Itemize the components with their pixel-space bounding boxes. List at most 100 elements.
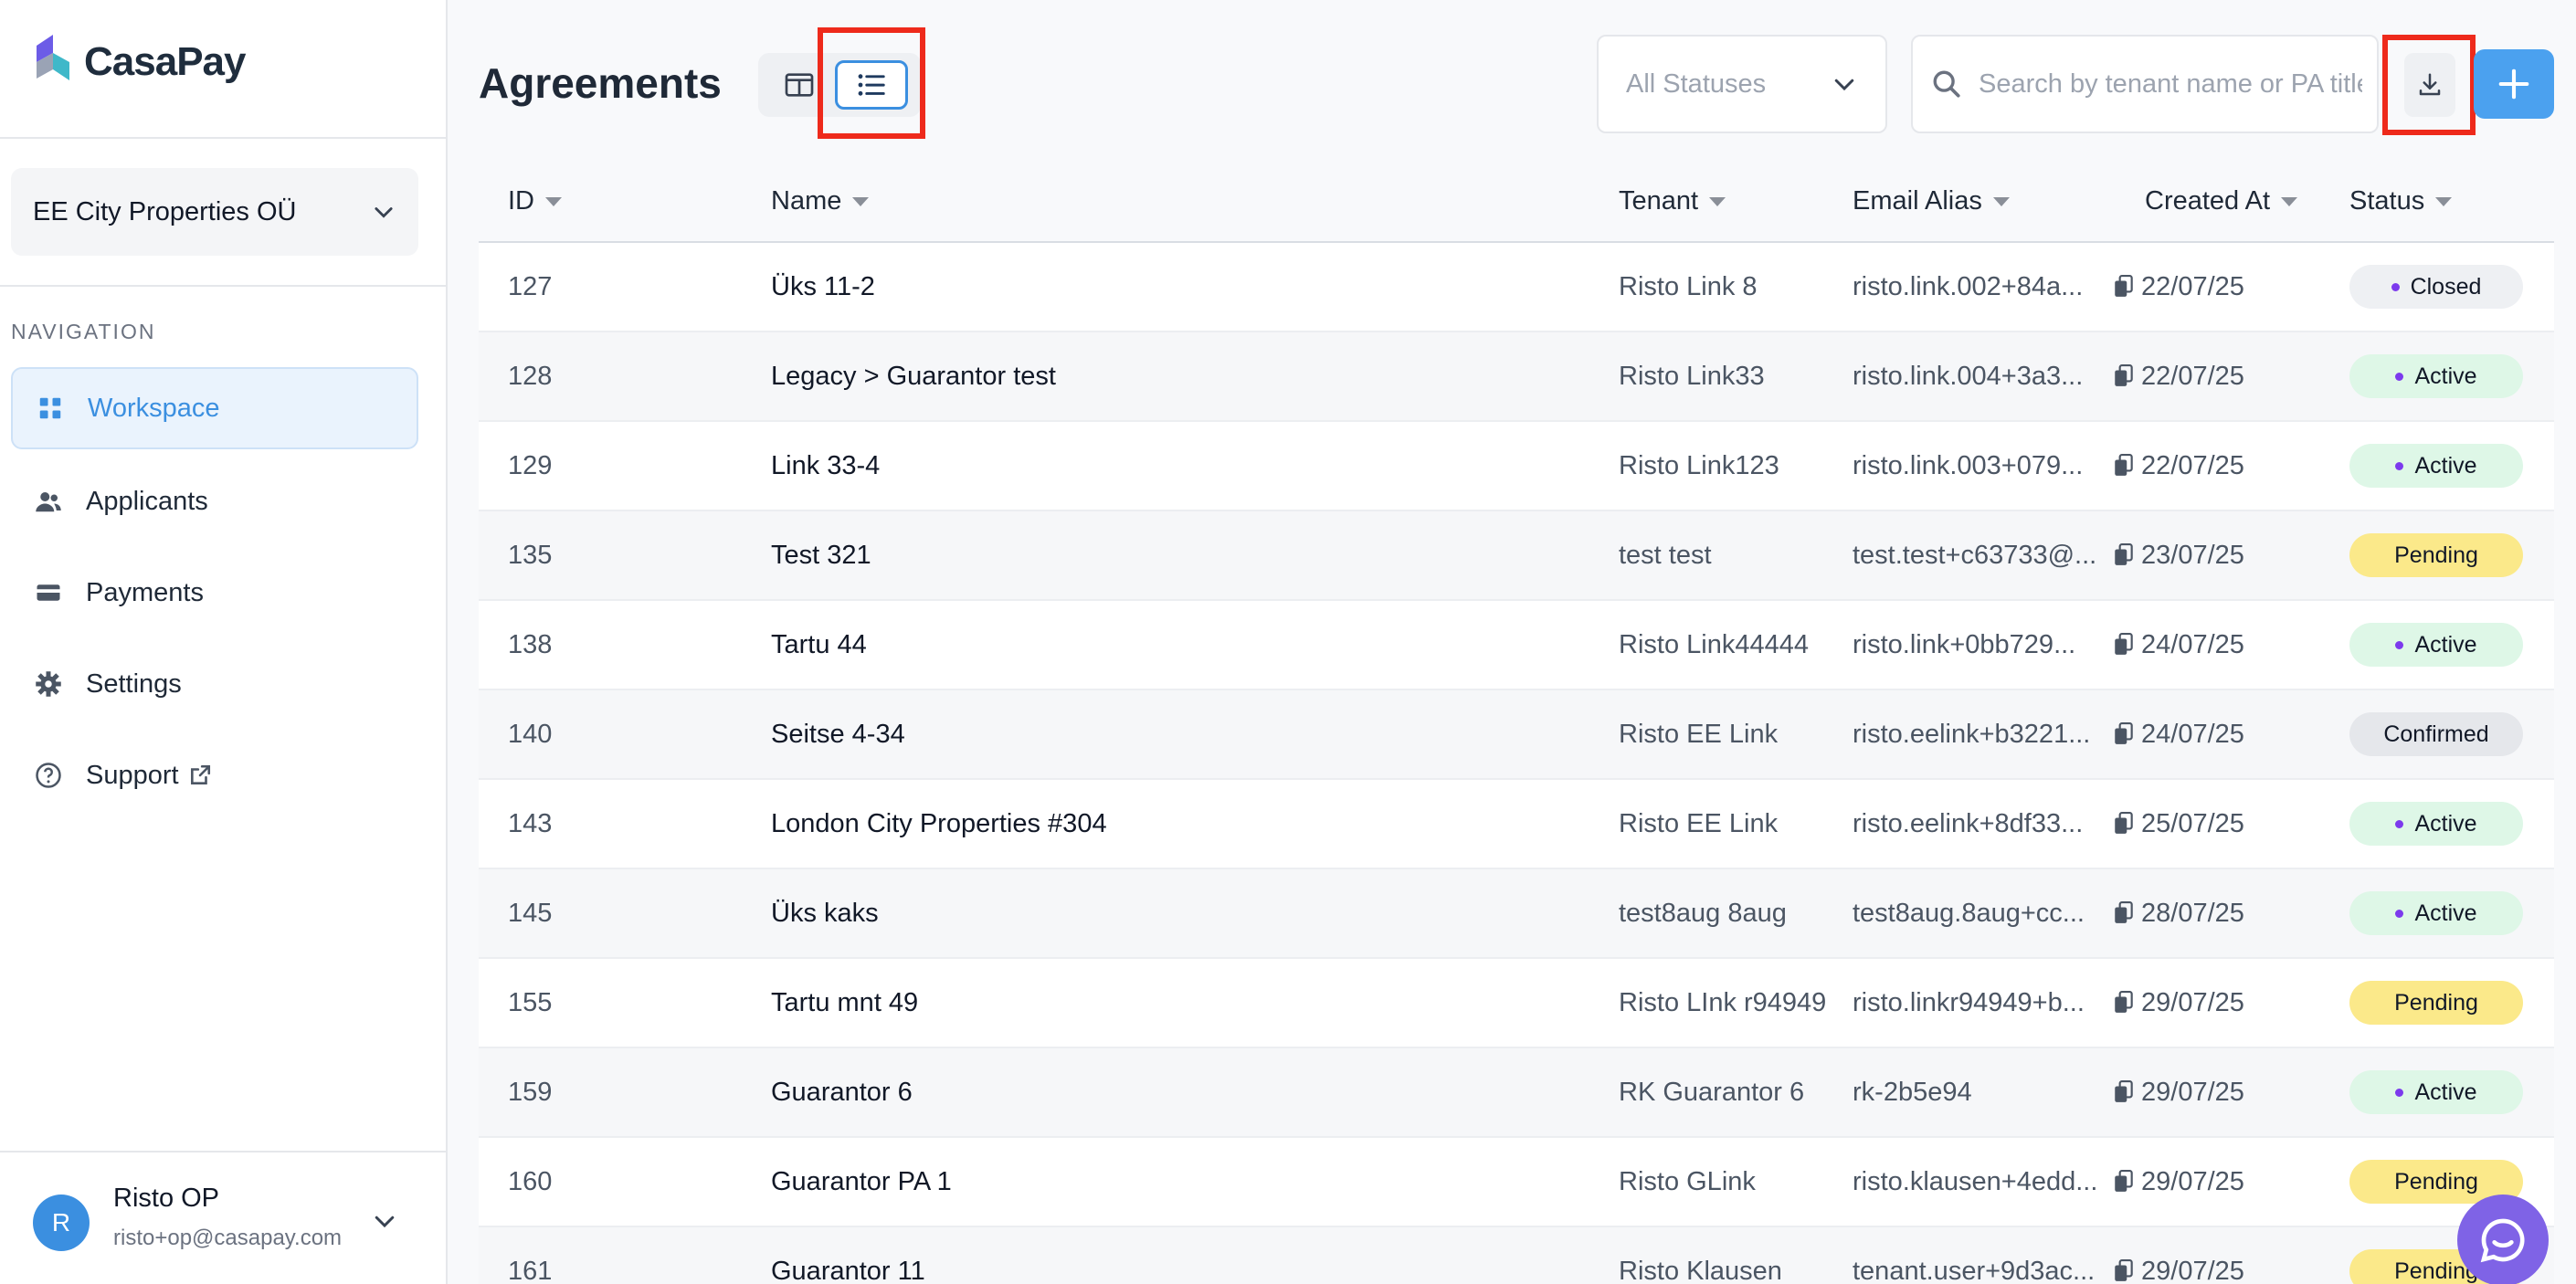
table-row[interactable]: 128 Legacy > Guarantor test Risto Link33 ri… <box>479 332 2554 422</box>
created-date: 23/07/25 <box>2141 540 2244 570</box>
table-row[interactable]: 140 Seitse 4-34 Risto EE Link risto.eelink+… <box>479 690 2554 780</box>
table-row[interactable]: 159 Guarantor 6 RK Guarantor 6 rk-2b5e94 29/… <box>479 1048 2554 1138</box>
created-date: 29/07/25 <box>2141 1256 2244 1284</box>
chat-support-button[interactable] <box>2457 1195 2549 1284</box>
copy-icon[interactable] <box>2114 454 2134 478</box>
status-badge: Pending <box>2349 533 2523 577</box>
sidebar-item-workspace[interactable]: Workspace <box>11 367 418 449</box>
copy-icon[interactable] <box>2114 275 2134 299</box>
cell-created-at: 29/07/25 <box>2114 1048 2244 1136</box>
cell-id: 159 <box>508 1077 553 1107</box>
status-dot-icon <box>2391 282 2400 291</box>
status-label: Confirmed <box>2383 721 2489 747</box>
table-row[interactable]: 127 Üks 11-2 Risto Link 8 risto.link.002+84… <box>479 243 2554 332</box>
sidebar: CasaPay EE City Properties OÜ NAVIGATION… <box>0 0 448 1284</box>
sort-caret-icon <box>1709 196 1726 206</box>
cell-id: 160 <box>508 1166 553 1196</box>
cell-name: Guarantor PA 1 <box>771 1166 952 1196</box>
gear-icon <box>36 671 61 697</box>
cell-created-at: 29/07/25 <box>2114 1138 2244 1226</box>
sidebar-item-label: Support <box>86 760 179 790</box>
brand-name: CasaPay <box>84 39 246 84</box>
status-dot-icon <box>2395 461 2404 470</box>
copy-icon[interactable] <box>2114 991 2134 1015</box>
plus-icon <box>2498 68 2529 100</box>
copy-icon[interactable] <box>2114 633 2134 657</box>
cell-tenant: Risto Link123 <box>1619 450 1779 480</box>
table-row[interactable]: 155 Tartu mnt 49 Risto LInk r94949 risto.li… <box>479 959 2554 1048</box>
user-menu[interactable]: R Risto OP risto+op@casapay.com <box>0 1151 446 1284</box>
organization-select[interactable]: EE City Properties OÜ <box>11 168 418 256</box>
avatar: R <box>33 1195 90 1251</box>
chevron-down-icon <box>375 1216 395 1228</box>
column-header-status[interactable]: Status <box>2349 186 2453 216</box>
cell-name: Legacy > Guarantor test <box>771 361 1056 391</box>
status-badge: Active <box>2349 623 2523 667</box>
sort-caret-icon <box>852 196 870 206</box>
sidebar-item-label: Applicants <box>86 486 208 516</box>
cell-name: Guarantor 11 <box>771 1256 925 1284</box>
search-icon <box>1933 70 1960 98</box>
cell-email-alias: risto.link.002+84a... <box>1853 272 2084 301</box>
cell-tenant: test8aug 8aug <box>1619 898 1787 928</box>
brand[interactable]: CasaPay <box>33 33 246 91</box>
table-row[interactable]: 143 London City Properties #304 Risto EE L… <box>479 780 2554 869</box>
copy-icon[interactable] <box>2114 1080 2134 1104</box>
sidebar-item-settings[interactable]: Settings <box>11 643 418 725</box>
table-row[interactable]: 129 Link 33-4 Risto Link123 risto.link.003+… <box>479 422 2554 511</box>
cell-tenant: RK Guarantor 6 <box>1619 1077 1805 1107</box>
table-row[interactable]: 161 Guarantor 11 Risto Klausen tenant.user+… <box>479 1227 2554 1284</box>
copy-icon[interactable] <box>2114 722 2134 746</box>
column-header-id[interactable]: ID <box>508 186 562 216</box>
cell-id: 138 <box>508 629 553 659</box>
status-filter-select[interactable]: All Statuses <box>1597 35 1887 133</box>
cell-created-at: 22/07/25 <box>2114 422 2244 510</box>
column-header-label: Name <box>771 186 842 216</box>
cell-email-alias: tenant.user+9d3ac... <box>1853 1257 2096 1284</box>
status-label: Active <box>2414 1079 2477 1105</box>
grid-icon <box>39 397 61 419</box>
column-header-created-at[interactable]: Created At <box>2145 186 2298 216</box>
status-label: Active <box>2414 452 2477 479</box>
column-header-tenant[interactable]: Tenant <box>1619 186 1726 216</box>
cell-tenant: Risto Link44444 <box>1619 629 1809 659</box>
copy-icon[interactable] <box>2114 1170 2134 1194</box>
created-date: 28/07/25 <box>2141 898 2244 928</box>
cell-id: 128 <box>508 361 553 391</box>
table-row[interactable]: 160 Guarantor PA 1 Risto GLink risto.klause… <box>479 1138 2554 1227</box>
status-badge: Active <box>2349 354 2523 398</box>
cell-id: 135 <box>508 540 553 570</box>
cell-name: Guarantor 6 <box>771 1077 913 1107</box>
column-header-email-alias[interactable]: Email Alias <box>1853 186 2010 216</box>
app-root: CasaPay EE City Properties OÜ NAVIGATION… <box>0 0 2576 1284</box>
created-date: 22/07/25 <box>2141 361 2244 391</box>
search-input[interactable] <box>1979 68 2362 100</box>
created-date: 22/07/25 <box>2141 271 2244 301</box>
sidebar-item-support[interactable]: Support <box>11 734 418 816</box>
status-label: Pending <box>2394 989 2478 1016</box>
table-row[interactable]: 145 Üks kaks test8aug 8aug test8aug.8aug+cc… <box>479 869 2554 959</box>
column-header-name[interactable]: Name <box>771 186 870 216</box>
add-agreement-button[interactable] <box>2474 49 2554 119</box>
table-row[interactable]: 135 Test 321 test test test.test+c63733@...… <box>479 511 2554 601</box>
copy-icon[interactable] <box>2114 812 2134 836</box>
copy-icon[interactable] <box>2114 364 2134 388</box>
cell-tenant: Risto Klausen <box>1619 1256 1782 1284</box>
sidebar-item-label: Payments <box>86 577 204 607</box>
cell-email-alias: risto.link.003+079... <box>1853 451 2084 480</box>
created-date: 25/07/25 <box>2141 808 2244 838</box>
copy-icon[interactable] <box>2114 901 2134 925</box>
column-header-label: Created At <box>2145 186 2271 216</box>
sidebar-item-applicants[interactable]: Applicants <box>11 460 418 542</box>
sidebar-item-payments[interactable]: Payments <box>11 552 418 634</box>
created-date: 29/07/25 <box>2141 987 2244 1017</box>
table-row[interactable]: 138 Tartu 44 Risto Link44444 risto.link+0bb… <box>479 601 2554 690</box>
copy-icon[interactable] <box>2114 1259 2134 1283</box>
sort-caret-icon <box>545 196 562 206</box>
status-dot-icon <box>2395 819 2404 828</box>
table-body: 127 Üks 11-2 Risto Link 8 risto.link.002+84… <box>479 243 2554 1284</box>
copy-icon[interactable] <box>2114 543 2134 567</box>
cell-id: 129 <box>508 450 553 480</box>
cell-tenant: test test <box>1619 540 1712 570</box>
status-dot-icon <box>2395 640 2404 649</box>
